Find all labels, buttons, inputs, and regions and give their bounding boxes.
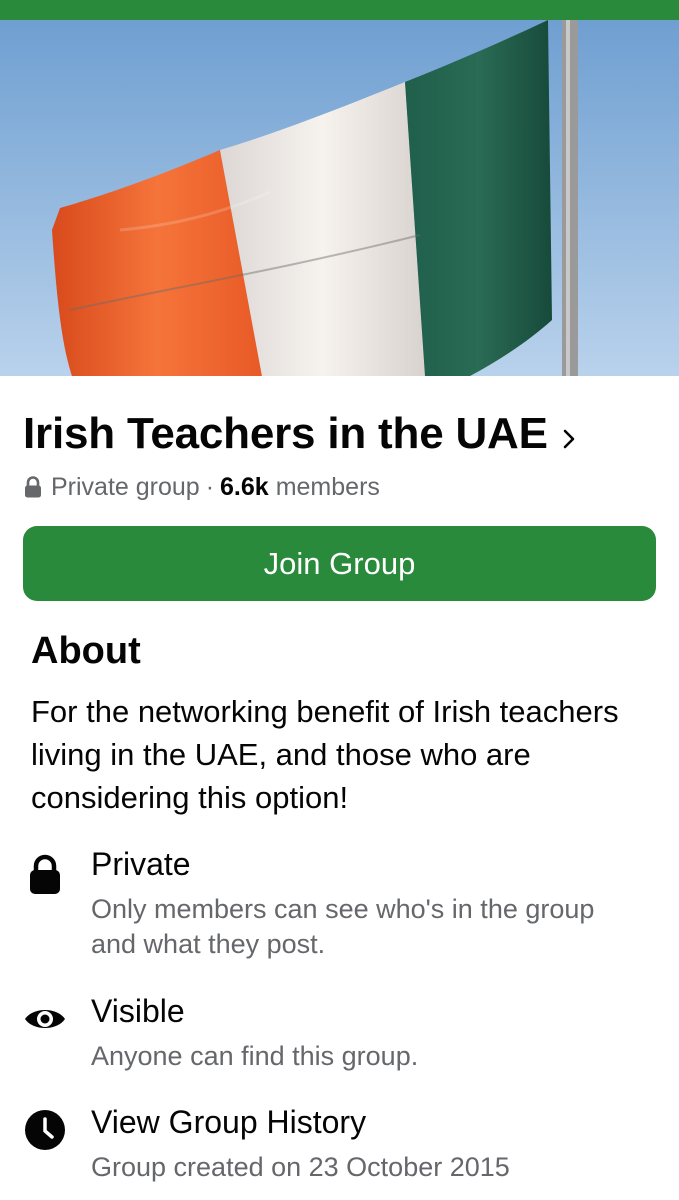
cover-photo[interactable] bbox=[0, 20, 679, 376]
view-group-history-link[interactable]: View Group History bbox=[91, 1104, 366, 1141]
lock-icon bbox=[23, 476, 43, 498]
privacy-label: Private group bbox=[51, 472, 200, 501]
group-meta: Private group · 6.6k members bbox=[23, 471, 380, 503]
eye-icon bbox=[23, 997, 67, 1041]
info-subtitle: Only members can see who's in the group … bbox=[91, 894, 595, 959]
about-description: For the networking benefit of Irish teac… bbox=[31, 694, 619, 815]
irish-flag-image bbox=[0, 20, 679, 376]
group-name[interactable]: Irish Teachers in the UAE bbox=[23, 409, 548, 459]
about-heading: About bbox=[31, 630, 141, 672]
member-count[interactable]: 6.6k bbox=[220, 473, 269, 502]
info-title: Visible bbox=[91, 993, 185, 1029]
top-accent-bar bbox=[0, 0, 679, 20]
info-subtitle: Anyone can find this group. bbox=[91, 1041, 419, 1071]
members-label[interactable]: members bbox=[276, 473, 380, 502]
join-group-button[interactable]: Join Group bbox=[23, 526, 656, 601]
info-item-history[interactable]: View Group History Group created on 23 O… bbox=[23, 1104, 653, 1194]
group-title-row[interactable]: Irish Teachers in the UAE bbox=[23, 404, 580, 464]
info-item-visible: Visible Anyone can find this group. bbox=[23, 993, 653, 1073]
info-title: Private bbox=[91, 846, 191, 882]
info-subtitle: Group created on 23 October 2015 bbox=[91, 1152, 510, 1182]
lock-icon bbox=[23, 852, 67, 896]
meta-separator: · bbox=[205, 472, 215, 501]
info-item-private: Private Only members can see who's in th… bbox=[23, 846, 653, 959]
chevron-right-icon[interactable] bbox=[562, 427, 580, 451]
clock-icon bbox=[23, 1108, 67, 1152]
